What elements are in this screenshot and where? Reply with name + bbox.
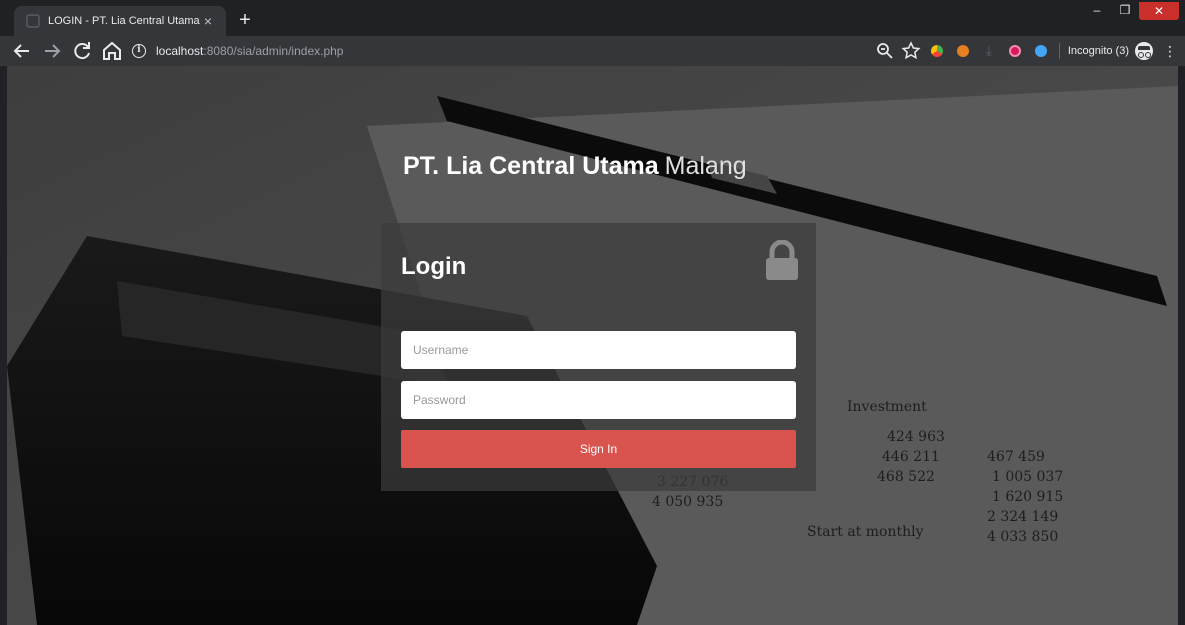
minimize-button[interactable]: –: [1083, 2, 1111, 20]
incognito-label[interactable]: Incognito (3): [1068, 45, 1129, 57]
zoom-icon[interactable]: [875, 41, 895, 61]
browser-toolbar: i localhost:8080/sia/admin/index.php ⤓ I…: [0, 36, 1185, 66]
info-icon[interactable]: i: [132, 44, 146, 58]
window-controls: – ❐ ✕: [1083, 2, 1179, 20]
back-icon[interactable]: [10, 39, 34, 63]
forward-icon[interactable]: [40, 39, 64, 63]
toolbar-divider: [1058, 43, 1060, 59]
company-name: PT. Lia Central Utama: [403, 152, 659, 180]
extension-pink-icon[interactable]: [1005, 41, 1025, 61]
url-path: :8080/sia/admin/index.php: [203, 44, 344, 58]
tab-strip: LOGIN - PT. Lia Central Utama × + – ❐ ✕: [0, 0, 1185, 36]
extension-cookie-icon[interactable]: [953, 41, 973, 61]
browser-chrome: LOGIN - PT. Lia Central Utama × + – ❐ ✕ …: [0, 0, 1185, 66]
tab-title: LOGIN - PT. Lia Central Utama: [48, 15, 200, 27]
toolbar-actions: ⤓ Incognito (3) ⋮: [869, 40, 1177, 62]
reload-icon[interactable]: [70, 39, 94, 63]
new-tab-button[interactable]: +: [234, 9, 256, 31]
password-field[interactable]: [401, 381, 796, 419]
sign-in-button[interactable]: Sign In: [401, 430, 796, 468]
download-icon[interactable]: ⤓: [979, 41, 999, 61]
page-heading: PT. Lia Central Utama Malang: [403, 152, 747, 181]
login-form: Login Sign In: [381, 223, 816, 491]
login-title: Login: [401, 253, 467, 280]
menu-icon[interactable]: ⋮: [1163, 43, 1177, 60]
close-window-button[interactable]: ✕: [1139, 2, 1179, 20]
page-viewport: Investment 424 963 446 211 468 522 467 4…: [7, 66, 1178, 625]
browser-tab[interactable]: LOGIN - PT. Lia Central Utama ×: [14, 6, 226, 36]
home-icon[interactable]: [100, 39, 124, 63]
maximize-button[interactable]: ❐: [1111, 2, 1139, 20]
lock-icon: [766, 240, 798, 280]
company-city: Malang: [664, 152, 747, 180]
address-bar[interactable]: i localhost:8080/sia/admin/index.php: [132, 40, 900, 62]
page-favicon-icon: [26, 14, 40, 28]
extension-heart-icon[interactable]: [1031, 41, 1051, 61]
star-icon[interactable]: [901, 41, 921, 61]
url-host: localhost: [156, 44, 204, 58]
tab-close-icon[interactable]: ×: [200, 13, 216, 29]
incognito-icon[interactable]: [1135, 42, 1153, 60]
username-field[interactable]: [401, 331, 796, 369]
extension-colorful-icon[interactable]: [927, 41, 947, 61]
